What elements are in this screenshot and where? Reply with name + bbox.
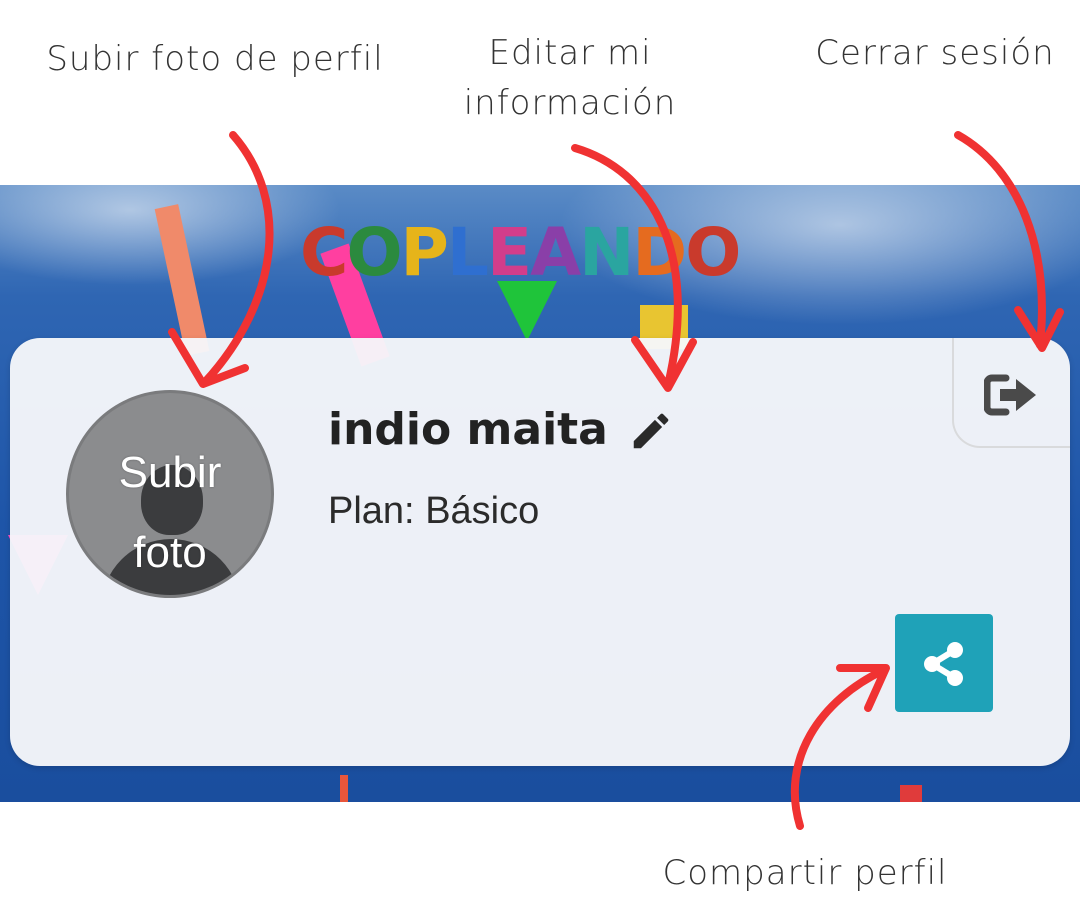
plan-value: Básico [425, 490, 540, 532]
share-icon [924, 642, 963, 686]
annotation-edit-info: Editar mi información [445, 28, 695, 128]
edit-profile-button[interactable] [628, 408, 678, 458]
plan-info: Plan: Básico [328, 486, 539, 536]
logo-letter: N [579, 214, 634, 291]
logo-letter: A [530, 214, 581, 291]
avatar-upload-label-line1: Subir [118, 448, 222, 497]
annotation-upload-photo: Subir foto de perfil [46, 39, 384, 79]
avatar-upload-label: Subir foto [69, 433, 271, 593]
annotation-logout: Cerrar sesión [815, 33, 1055, 73]
profile-name: indio maita [328, 404, 608, 455]
logo-letter: P [400, 214, 449, 291]
logo-letter: C [300, 214, 348, 291]
profile-card: Subir foto indio maita Plan: Básico [10, 338, 1070, 766]
sign-out-icon [984, 374, 1036, 416]
logout-button[interactable] [952, 338, 1070, 448]
avatar-upload-label-line2: foto [133, 528, 207, 577]
banner-flag [340, 775, 348, 802]
pencil-icon [633, 413, 669, 449]
logo-letter: D [632, 214, 687, 291]
share-profile-button[interactable] [895, 614, 993, 712]
annotation-edit-info-line2: información [463, 83, 677, 123]
logo-letter: O [685, 214, 741, 291]
annotation-share-profile: Compartir perfil [662, 853, 948, 893]
logo-letter: O [346, 214, 402, 291]
copleando-logo: COPLEANDO [300, 213, 741, 293]
banner-flag [900, 785, 922, 802]
annotation-edit-info-line1: Editar mi [488, 33, 652, 73]
upload-photo-button[interactable]: Subir foto [66, 390, 274, 598]
logo-letter: L [446, 214, 489, 291]
plan-label: Plan: [328, 490, 415, 532]
logo-letter: E [486, 214, 532, 291]
